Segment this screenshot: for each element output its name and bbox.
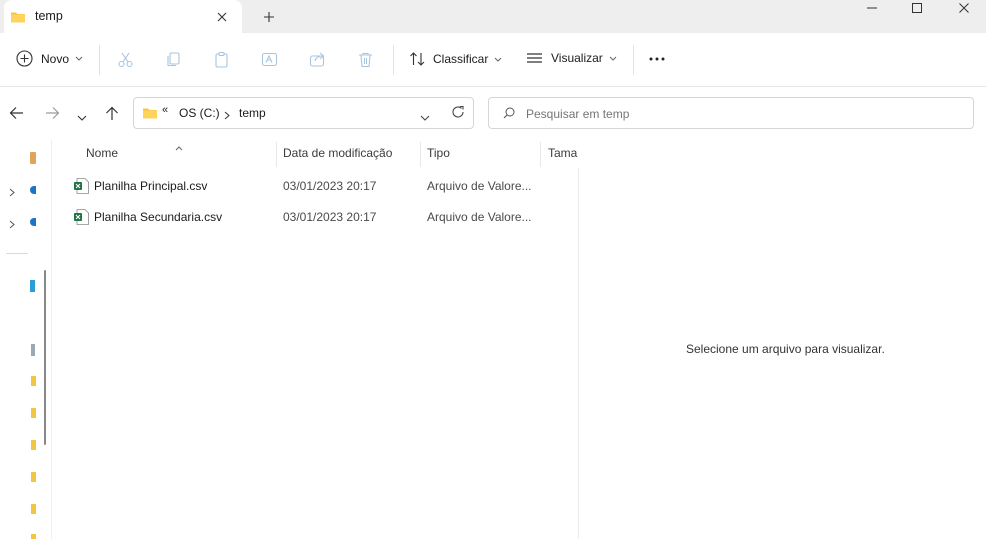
desktop-icon[interactable] bbox=[30, 280, 35, 292]
sidebar-divider bbox=[6, 253, 28, 254]
column-divider[interactable] bbox=[420, 142, 421, 167]
documents-icon[interactable] bbox=[31, 344, 35, 356]
paste-icon[interactable] bbox=[213, 51, 230, 71]
folder-icon[interactable] bbox=[31, 408, 36, 418]
chevron-down-icon bbox=[609, 56, 617, 61]
tab-title: temp bbox=[35, 9, 63, 23]
toolbar-divider bbox=[633, 45, 634, 75]
excel-csv-icon bbox=[74, 209, 89, 228]
chevron-down-icon bbox=[494, 57, 502, 62]
toolbar-divider bbox=[393, 45, 394, 75]
copy-icon[interactable] bbox=[165, 51, 182, 71]
view-list-icon bbox=[527, 53, 542, 63]
downloads-icon[interactable] bbox=[31, 314, 35, 326]
folder-icon bbox=[142, 106, 158, 123]
plus-circle-icon bbox=[16, 50, 33, 67]
chevron-right-icon[interactable] bbox=[9, 218, 15, 232]
forward-icon[interactable] bbox=[45, 106, 60, 123]
column-divider[interactable] bbox=[276, 142, 277, 167]
chevron-right-icon[interactable] bbox=[224, 109, 230, 123]
up-icon[interactable] bbox=[105, 106, 119, 124]
close-window-button[interactable] bbox=[944, 0, 984, 16]
toolbar-divider bbox=[99, 45, 100, 75]
file-type: Arquivo de Valore... bbox=[427, 179, 532, 193]
recent-locations-icon[interactable] bbox=[77, 110, 87, 124]
search-icon bbox=[503, 107, 515, 122]
sidebar-scrollbar[interactable] bbox=[44, 270, 46, 445]
file-modified: 03/01/2023 20:17 bbox=[283, 179, 377, 193]
chevron-down-icon bbox=[75, 56, 83, 61]
folder-icon[interactable] bbox=[31, 440, 36, 450]
column-header-size[interactable]: Taman bbox=[548, 146, 578, 160]
folder-icon[interactable] bbox=[31, 504, 36, 514]
folder-icon[interactable] bbox=[31, 534, 36, 539]
pane-divider bbox=[51, 140, 52, 539]
address-history-icon[interactable] bbox=[420, 110, 430, 124]
column-header-type[interactable]: Tipo bbox=[427, 146, 450, 160]
breadcrumb-drive[interactable]: OS (C:) bbox=[179, 106, 220, 120]
new-button-label: Novo bbox=[41, 51, 70, 66]
sort-ascending-icon bbox=[175, 140, 183, 154]
search-input[interactable] bbox=[524, 102, 948, 126]
file-type: Arquivo de Valore... bbox=[427, 210, 532, 224]
column-header-modified[interactable]: Data de modificação bbox=[283, 146, 392, 160]
breadcrumb-overflow[interactable]: « bbox=[162, 104, 168, 116]
breadcrumb-folder[interactable]: temp bbox=[239, 106, 266, 120]
refresh-icon[interactable] bbox=[451, 105, 465, 122]
column-header-name[interactable]: Nome bbox=[86, 146, 118, 160]
sort-button-label: Classificar bbox=[433, 52, 489, 66]
preview-pane-divider[interactable] bbox=[578, 168, 579, 539]
onedrive-icon[interactable] bbox=[30, 186, 36, 194]
new-tab-button[interactable] bbox=[259, 7, 279, 27]
maximize-button[interactable] bbox=[897, 0, 937, 16]
cut-icon[interactable] bbox=[117, 51, 134, 71]
sort-icon bbox=[410, 52, 425, 66]
file-name[interactable]: Planilha Secundaria.csv bbox=[94, 210, 222, 224]
file-name[interactable]: Planilha Principal.csv bbox=[94, 179, 207, 193]
more-options-icon[interactable] bbox=[648, 53, 666, 68]
preview-placeholder: Selecione um arquivo para visualizar. bbox=[686, 342, 885, 356]
minimize-button[interactable] bbox=[852, 0, 892, 16]
share-icon[interactable] bbox=[309, 51, 326, 71]
onedrive-icon[interactable] bbox=[30, 218, 36, 226]
folder-icon[interactable] bbox=[31, 472, 36, 482]
home-icon[interactable] bbox=[30, 152, 36, 164]
file-modified: 03/01/2023 20:17 bbox=[283, 210, 377, 224]
folder-icon[interactable] bbox=[31, 376, 36, 386]
view-button[interactable]: Visualizar bbox=[526, 51, 617, 65]
rename-icon[interactable] bbox=[261, 51, 278, 71]
view-button-label: Visualizar bbox=[551, 51, 603, 65]
back-icon[interactable] bbox=[9, 106, 24, 123]
sort-button[interactable]: Classificar bbox=[409, 51, 502, 67]
column-divider[interactable] bbox=[540, 142, 541, 167]
close-tab-icon[interactable] bbox=[213, 8, 231, 26]
new-button[interactable]: Novo bbox=[16, 50, 83, 67]
folder-icon bbox=[10, 10, 26, 27]
chevron-right-icon[interactable] bbox=[9, 186, 15, 200]
delete-icon[interactable] bbox=[357, 51, 374, 71]
excel-csv-icon bbox=[74, 178, 89, 197]
